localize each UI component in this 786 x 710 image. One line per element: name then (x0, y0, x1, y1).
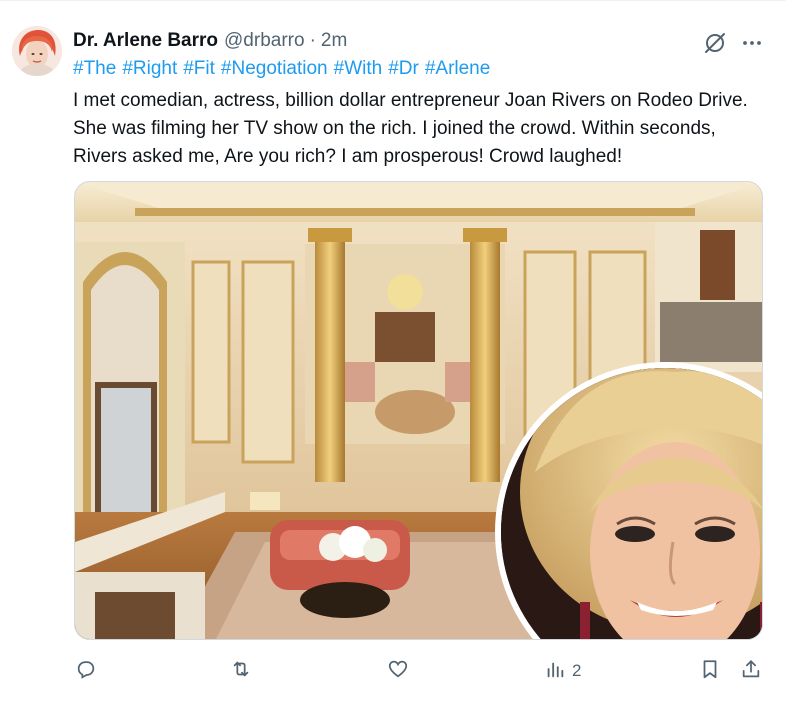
views-icon (544, 658, 566, 685)
bookmark-button[interactable] (699, 652, 721, 690)
hashtag-link[interactable]: #With (334, 58, 383, 79)
tweet-media-image[interactable] (74, 181, 763, 640)
tweet-header: Dr. Arlene Barro @drbarro · 2m (73, 28, 347, 54)
hashtag-link[interactable]: #The (73, 58, 116, 79)
grok-icon[interactable] (703, 31, 727, 55)
hashtag-link[interactable]: #Right (122, 58, 177, 79)
avatar[interactable] (12, 26, 62, 76)
hashtag-link[interactable]: #Dr (388, 58, 419, 79)
retweet-button[interactable] (230, 652, 252, 690)
views-button[interactable]: 2 (544, 652, 581, 690)
reply-icon (75, 658, 97, 685)
author-handle[interactable]: @drbarro (224, 30, 305, 52)
top-divider (0, 0, 786, 1)
tweet-action-bar: 2 (0, 652, 786, 690)
hashtag-link[interactable]: #Arlene (425, 58, 491, 79)
views-count: 2 (572, 661, 582, 680)
bookmark-icon (699, 658, 721, 685)
hashtag-link[interactable]: #Negotiation (221, 58, 328, 79)
share-icon (740, 658, 762, 685)
author-name[interactable]: Dr. Arlene Barro (73, 30, 218, 52)
like-button[interactable] (387, 652, 409, 690)
hashtag-list: #The #Right #Fit #Negotiation #With #Dr #Arlen… (73, 58, 496, 80)
tweet-text: I met comedian, actress, billion dollar … (73, 90, 748, 167)
more-options-icon[interactable] (740, 31, 764, 55)
hashtag-link[interactable]: #Fit (183, 58, 215, 79)
reply-button[interactable] (75, 652, 97, 690)
heart-icon (387, 658, 409, 685)
timestamp[interactable]: 2m (321, 30, 347, 52)
share-button[interactable] (740, 652, 762, 690)
retweet-icon (230, 658, 252, 685)
separator-dot: · (309, 30, 316, 51)
